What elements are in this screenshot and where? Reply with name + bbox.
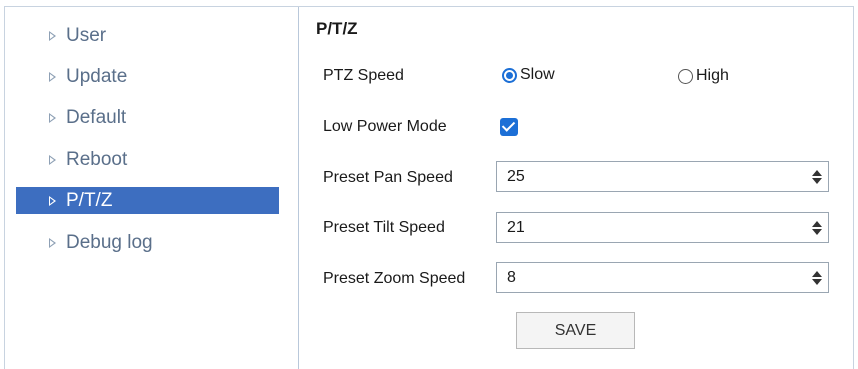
sidebar-item-label: User	[66, 24, 107, 46]
updown-arrows-icon	[806, 169, 828, 184]
sidebar-item-label: P/T/Z	[66, 189, 113, 211]
sidebar-item-reboot[interactable]: Reboot	[16, 146, 279, 173]
page-title: P/T/Z	[316, 19, 358, 38]
sidebar-item-label: Update	[66, 65, 128, 87]
sidebar-item-label: Default	[66, 106, 127, 128]
sidebar-item-label: Debug log	[66, 231, 153, 253]
low-power-mode-checkbox[interactable]	[500, 118, 518, 136]
sidebar-item-label: Reboot	[66, 148, 128, 170]
ptz-speed-label: PTZ Speed	[323, 67, 404, 84]
triangle-right-icon	[49, 154, 56, 165]
select-value: 8	[507, 268, 516, 286]
sidebar-item-user[interactable]: User	[16, 22, 279, 49]
updown-arrows-icon	[806, 220, 828, 235]
ptz-speed-high-radio[interactable]: High	[678, 67, 729, 85]
radio-checked-icon	[502, 67, 517, 83]
preset-zoom-speed-select[interactable]: 8	[496, 262, 829, 293]
radio-label: High	[696, 67, 729, 84]
updown-arrows-icon	[806, 270, 828, 285]
preset-zoom-speed-label: Preset Zoom Speed	[323, 270, 466, 287]
save-button[interactable]: SAVE	[516, 312, 635, 349]
preset-tilt-speed-select[interactable]: 21	[496, 212, 829, 243]
sidebar-item-default[interactable]: Default	[16, 104, 279, 131]
sidebar-item-debug-log[interactable]: Debug log	[16, 229, 279, 256]
triangle-right-icon	[49, 71, 56, 82]
ptz-speed-slow-radio[interactable]: Slow	[502, 66, 555, 84]
select-value: 25	[507, 167, 525, 185]
sidebar-item-ptz[interactable]: P/T/Z	[16, 187, 279, 214]
preset-pan-speed-select[interactable]: 25	[496, 161, 829, 192]
preset-pan-speed-label: Preset Pan Speed	[323, 169, 453, 186]
radio-unchecked-icon	[678, 68, 693, 84]
triangle-right-icon	[49, 237, 56, 248]
triangle-right-icon	[49, 112, 56, 123]
select-value: 21	[507, 218, 525, 236]
low-power-mode-label: Low Power Mode	[323, 118, 447, 135]
preset-tilt-speed-label: Preset Tilt Speed	[323, 219, 445, 236]
sidebar-item-update[interactable]: Update	[16, 63, 279, 90]
triangle-right-icon	[49, 30, 56, 41]
radio-label: Slow	[520, 66, 555, 83]
triangle-right-icon	[49, 195, 56, 206]
